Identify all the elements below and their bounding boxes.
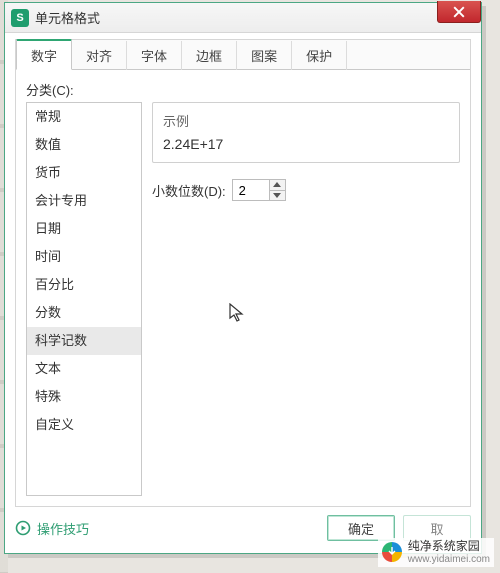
decimals-row: 小数位数(D):: [152, 179, 460, 201]
cell-format-dialog: S 单元格格式 数字 对齐 字体 边框 图案 保护 分类(C): 常规 数值 货…: [4, 2, 482, 554]
dialog-footer: 操作技巧 确定 取: [15, 513, 471, 543]
category-label: 分类(C):: [26, 80, 460, 99]
app-icon: S: [11, 9, 29, 27]
chevron-down-icon: [273, 193, 281, 198]
tab-number[interactable]: 数字: [16, 39, 72, 70]
titlebar: S 单元格格式: [5, 3, 481, 33]
category-item-special[interactable]: 特殊: [27, 383, 141, 411]
category-list[interactable]: 常规 数值 货币 会计专用 日期 时间 百分比 分数 科学记数 文本 特殊 自定…: [26, 102, 142, 496]
decimals-input[interactable]: [233, 180, 269, 200]
category-item-percentage[interactable]: 百分比: [27, 271, 141, 299]
category-item-date[interactable]: 日期: [27, 215, 141, 243]
category-item-scientific[interactable]: 科学记数: [27, 327, 141, 355]
category-item-time[interactable]: 时间: [27, 243, 141, 271]
watermark-url: www.yidaimei.com: [408, 554, 490, 566]
category-item-accounting[interactable]: 会计专用: [27, 187, 141, 215]
close-icon: [453, 6, 465, 18]
category-item-fraction[interactable]: 分数: [27, 299, 141, 327]
spin-down-button[interactable]: [270, 190, 285, 201]
tips-label: 操作技巧: [37, 519, 89, 538]
tab-border[interactable]: 边框: [182, 41, 237, 70]
spin-buttons: [269, 180, 285, 200]
sample-box: 示例 2.24E+17: [152, 102, 460, 163]
tab-alignment[interactable]: 对齐: [72, 41, 127, 70]
tab-pattern[interactable]: 图案: [237, 41, 292, 70]
category-item-custom[interactable]: 自定义: [27, 411, 141, 439]
cancel-button[interactable]: 取: [403, 515, 471, 541]
tab-content: 分类(C): 常规 数值 货币 会计专用 日期 时间 百分比 分数 科学记数 文…: [26, 80, 460, 496]
close-button[interactable]: [437, 1, 481, 23]
spin-up-button[interactable]: [270, 180, 285, 190]
decimals-spinner: [232, 179, 286, 201]
category-item-general[interactable]: 常规: [27, 103, 141, 131]
category-item-number[interactable]: 数值: [27, 131, 141, 159]
tab-font[interactable]: 字体: [127, 41, 182, 70]
decimals-label: 小数位数(D):: [152, 181, 226, 200]
dialog-title: 单元格格式: [35, 8, 100, 27]
chevron-up-icon: [273, 182, 281, 187]
sample-title: 示例: [163, 111, 449, 130]
ok-button[interactable]: 确定: [327, 515, 395, 541]
dialog-body: 数字 对齐 字体 边框 图案 保护 分类(C): 常规 数值 货币 会计专用 日…: [15, 39, 471, 507]
category-item-text[interactable]: 文本: [27, 355, 141, 383]
tab-protection[interactable]: 保护: [292, 41, 347, 70]
tab-bar: 数字 对齐 字体 边框 图案 保护: [16, 40, 470, 70]
tips-link[interactable]: 操作技巧: [15, 519, 89, 538]
play-circle-icon: [15, 520, 31, 536]
right-pane: 示例 2.24E+17 小数位数(D):: [152, 102, 460, 496]
category-item-currency[interactable]: 货币: [27, 159, 141, 187]
sample-value: 2.24E+17: [163, 136, 449, 152]
